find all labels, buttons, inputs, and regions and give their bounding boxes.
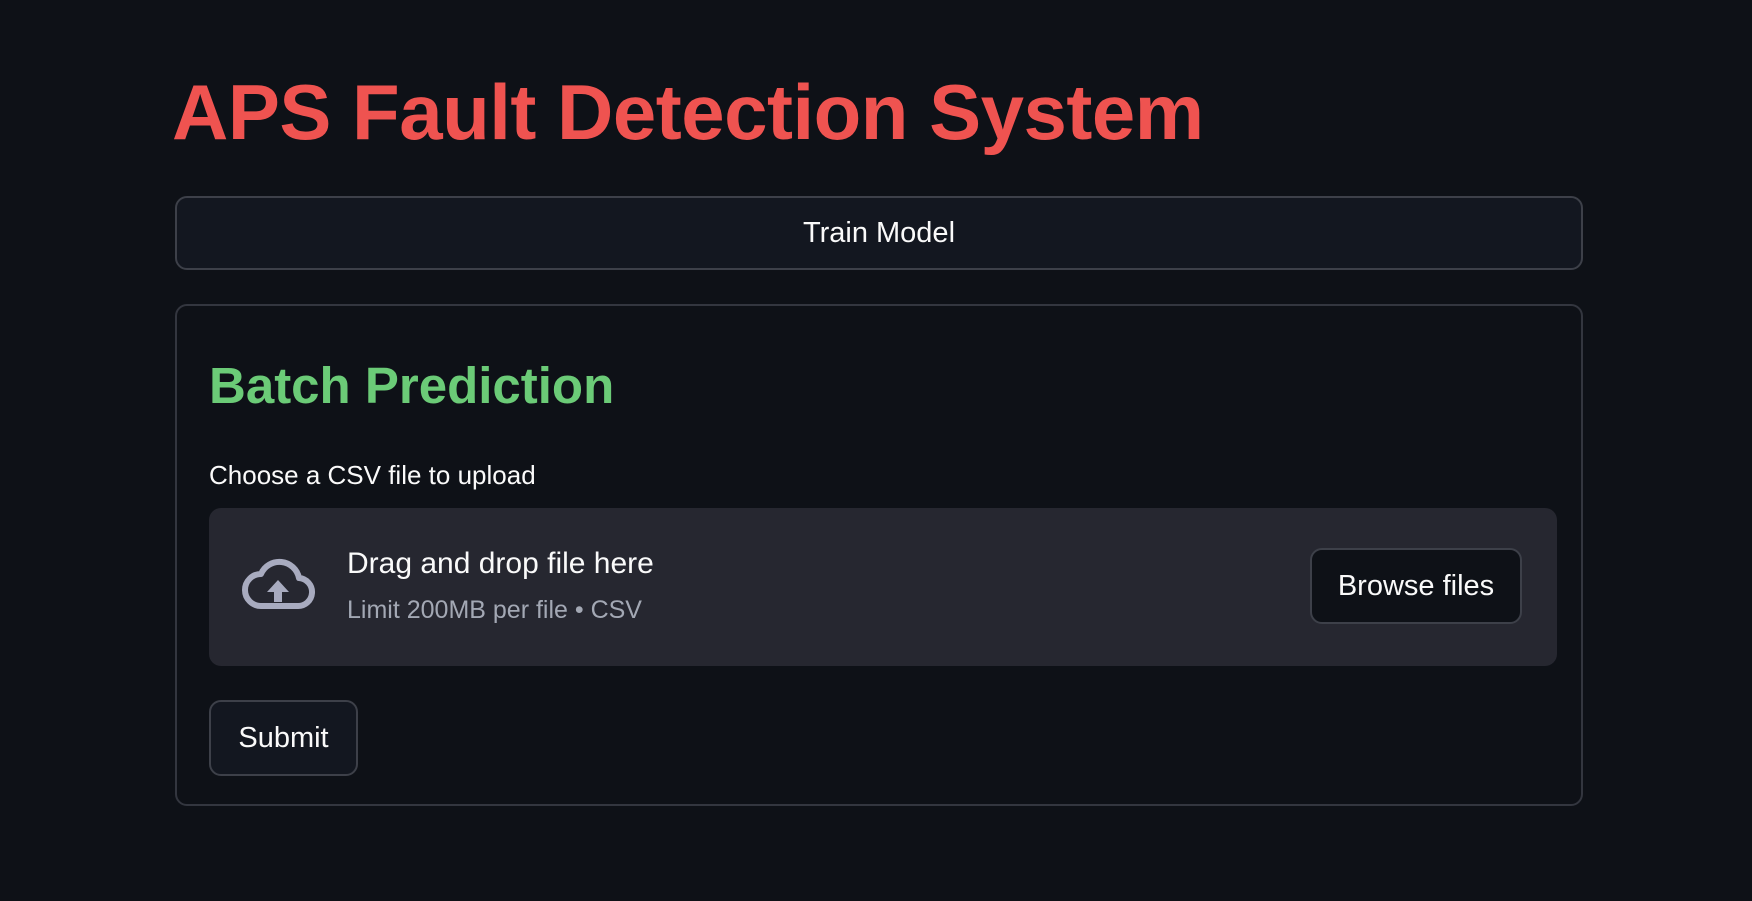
app-page: APS Fault Detection System Train Model B… [0, 0, 1752, 901]
dropzone-main-text: Drag and drop file here [347, 547, 654, 580]
batch-prediction-form: Batch Prediction Choose a CSV file to up… [175, 304, 1583, 806]
cloud-upload-icon [242, 558, 316, 610]
train-model-button[interactable]: Train Model [175, 196, 1583, 270]
file-uploader-label: Choose a CSV file to upload [209, 460, 536, 490]
dropzone-limit-text: Limit 200MB per file • CSV [347, 596, 642, 624]
submit-button[interactable]: Submit [209, 700, 358, 776]
dropzone-instructions: Drag and drop file here Limit 200MB per … [347, 544, 654, 626]
file-dropzone[interactable]: Drag and drop file here Limit 200MB per … [209, 508, 1557, 666]
batch-prediction-heading: Batch Prediction [209, 357, 615, 414]
browse-files-button[interactable]: Browse files [1310, 548, 1522, 624]
page-title: APS Fault Detection System [172, 68, 1204, 156]
